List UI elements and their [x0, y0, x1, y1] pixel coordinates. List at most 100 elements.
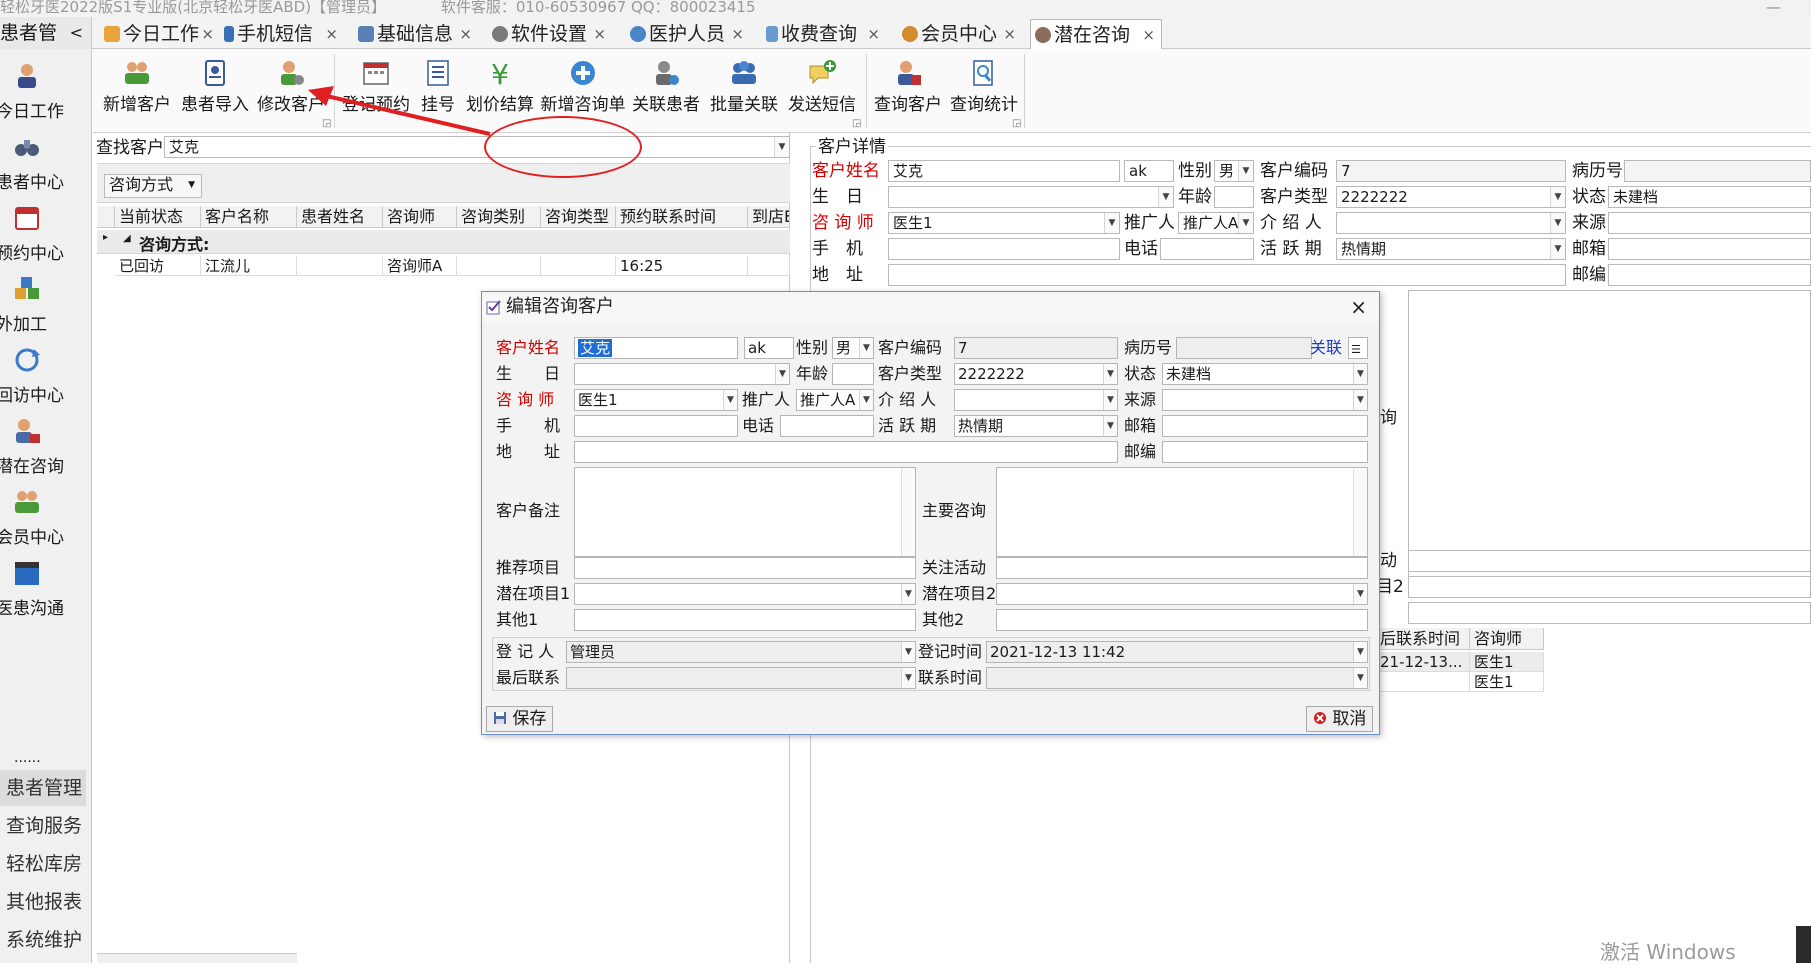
- detail-code-field[interactable]: 7: [1336, 160, 1566, 182]
- dialog-consultant-select[interactable]: 医生1 ▼: [574, 389, 738, 411]
- nav-item-member-center[interactable]: 会员中心: [0, 481, 92, 547]
- cancel-button[interactable]: 取消: [1306, 706, 1374, 732]
- group-launcher-icon[interactable]: ◲: [1012, 118, 1021, 129]
- detail-type-select[interactable]: 2222222 ▼: [1336, 186, 1566, 208]
- detail-referrer-select[interactable]: ▼: [1336, 212, 1566, 234]
- minimize-button[interactable]: —: [1766, 0, 1781, 15]
- dialog-record-field[interactable]: [1176, 337, 1312, 359]
- dialog-link-button[interactable]: 关联: [1310, 337, 1342, 359]
- dialog-mobile-field[interactable]: [574, 415, 738, 437]
- nav-item-follow-up-center[interactable]: 回访中心: [0, 339, 92, 405]
- chevron-down-icon[interactable]: ▼: [774, 137, 789, 157]
- close-icon[interactable]: ×: [731, 19, 744, 49]
- column-header-consult-category[interactable]: 咨询类别: [457, 206, 541, 228]
- column-header-consult-type[interactable]: 咨询类型: [541, 206, 616, 228]
- column-header-consultant[interactable]: 咨询师: [383, 206, 457, 228]
- link-patient-button[interactable]: 关联患者: [630, 52, 702, 116]
- detail-main-consult-area[interactable]: [1408, 290, 1811, 578]
- dialog-code-field[interactable]: 7: [954, 337, 1118, 359]
- expand-arrow-icon[interactable]: ▸: [103, 232, 108, 243]
- dialog-referrer-select[interactable]: ▼: [954, 389, 1118, 411]
- detail-status-field[interactable]: 未建档: [1608, 186, 1811, 208]
- dialog-focus-field[interactable]: [996, 557, 1368, 579]
- dialog-potential2-select[interactable]: ▼: [996, 583, 1368, 605]
- dialog-remark-textarea[interactable]: [574, 467, 916, 557]
- dialog-email-field[interactable]: [1162, 415, 1368, 437]
- dialog-zip-field[interactable]: [1162, 441, 1368, 463]
- dialog-last-contact-select[interactable]: ▼: [566, 667, 916, 689]
- tab-fee-query[interactable]: 收费查询 ×: [762, 19, 886, 49]
- column-header-appointment-time[interactable]: 预约联系时间: [616, 206, 748, 228]
- detail-address-field[interactable]: [888, 264, 1566, 286]
- tab-basic-info[interactable]: 基础信息 ×: [354, 19, 478, 49]
- nav-item-potential-consult[interactable]: 潜在咨询: [0, 410, 92, 476]
- close-icon[interactable]: ×: [1142, 20, 1155, 50]
- dialog-age-field[interactable]: [832, 363, 874, 385]
- detail-mobile-field[interactable]: [888, 238, 1120, 260]
- dialog-address-field[interactable]: [574, 441, 1118, 463]
- save-button[interactable]: 保存: [486, 706, 554, 732]
- nav-item-doctor-patient-comm[interactable]: 医患沟通: [0, 552, 92, 618]
- import-patient-button[interactable]: 患者导入: [180, 52, 250, 116]
- nav-item-outsourcing[interactable]: 外加工: [0, 268, 92, 334]
- send-sms-button[interactable]: 发送短信: [786, 52, 858, 116]
- group-row[interactable]: ▸ ◢ 咨询方式:: [97, 230, 790, 254]
- group-launcher-icon[interactable]: ◲: [852, 118, 861, 129]
- close-icon[interactable]: ×: [201, 19, 214, 49]
- tab-member-center[interactable]: 会员中心 ×: [898, 19, 1022, 49]
- column-header-patient-name[interactable]: 患者姓名: [297, 206, 383, 228]
- group-by-select[interactable]: 咨询方式 ▼: [104, 174, 202, 198]
- nav-section-other-reports[interactable]: 其他报表: [0, 884, 86, 920]
- detail-birthday-field[interactable]: ▼: [888, 186, 1174, 208]
- horizontal-scrollbar[interactable]: [97, 953, 297, 963]
- query-customer-button[interactable]: 查询客户: [872, 52, 944, 116]
- dialog-source-select[interactable]: ▼: [1162, 389, 1368, 411]
- detail-zip-field[interactable]: [1608, 264, 1811, 286]
- dialog-reg-time-field[interactable]: 2021-12-13 11:42 ▼: [986, 641, 1368, 663]
- textarea-scrollbar[interactable]: [901, 468, 915, 556]
- column-header-customer-name[interactable]: 客户名称: [201, 206, 297, 228]
- dialog-pinyin-field[interactable]: ak: [744, 337, 794, 359]
- dialog-potential1-select[interactable]: ▼: [574, 583, 916, 605]
- close-icon[interactable]: ×: [593, 19, 606, 49]
- tab-today-work[interactable]: 今日工作 ×: [100, 19, 220, 49]
- add-consult-order-button[interactable]: 新增咨询单: [540, 52, 626, 116]
- column-header-arrival[interactable]: 到店E: [748, 206, 790, 228]
- dialog-name-field[interactable]: 艾克: [574, 337, 738, 359]
- nav-section-query-service[interactable]: 查询服务: [0, 808, 86, 844]
- chevron-left-icon[interactable]: <: [70, 17, 83, 49]
- detail-focus-activity-field[interactable]: [1408, 550, 1811, 572]
- tab-staff[interactable]: 医护人员 ×: [626, 19, 750, 49]
- nav-item-today-work[interactable]: 今日工作: [0, 55, 92, 121]
- tab-potential-consult[interactable]: 潜在咨询 ×: [1030, 19, 1162, 49]
- dialog-status-select[interactable]: 未建档 ▼: [1162, 363, 1368, 385]
- nav-section-warehouse[interactable]: 轻松库房: [0, 846, 86, 882]
- dialog-other1-field[interactable]: [574, 609, 916, 631]
- nav-item-appointment-center[interactable]: 预约中心: [0, 197, 92, 263]
- column-header-status[interactable]: 当前状态: [115, 206, 201, 228]
- dialog-recommend-field[interactable]: [574, 557, 916, 579]
- close-icon[interactable]: ×: [459, 19, 472, 49]
- nav-section-system-maintenance[interactable]: 系统维护: [0, 922, 86, 958]
- tab-settings[interactable]: 软件设置 ×: [488, 19, 612, 49]
- dialog-promoter-select[interactable]: 推广人A ▼: [796, 389, 874, 411]
- detail-gender-select[interactable]: 男 ▼: [1214, 160, 1254, 182]
- close-icon[interactable]: ×: [1003, 19, 1016, 49]
- dialog-contact-time-field[interactable]: ▼: [986, 667, 1368, 689]
- detail-pinyin-field[interactable]: ak: [1124, 160, 1174, 182]
- dialog-registrar-select[interactable]: 管理员 ▼: [566, 641, 916, 663]
- detail-source-field[interactable]: [1608, 212, 1811, 234]
- query-statistics-button[interactable]: 查询统计: [948, 52, 1020, 116]
- dialog-main-consult-textarea[interactable]: [996, 467, 1368, 557]
- tab-sms[interactable]: 手机短信 ×: [220, 19, 344, 49]
- dialog-phone-field[interactable]: [780, 415, 874, 437]
- sub-column-header-last-contact[interactable]: 后联系时间: [1376, 628, 1470, 650]
- detail-promoter-select[interactable]: 推广人A ▼: [1178, 212, 1254, 234]
- dialog-other2-field[interactable]: [996, 609, 1368, 631]
- textarea-scrollbar[interactable]: [1353, 468, 1367, 556]
- dialog-type-select[interactable]: 2222222 ▼: [954, 363, 1118, 385]
- detail-other2-field[interactable]: [1408, 602, 1811, 624]
- detail-potential2-field[interactable]: [1408, 576, 1811, 598]
- add-customer-button[interactable]: 新增客户: [102, 52, 172, 116]
- detail-active-select[interactable]: 热情期 ▼: [1336, 238, 1566, 260]
